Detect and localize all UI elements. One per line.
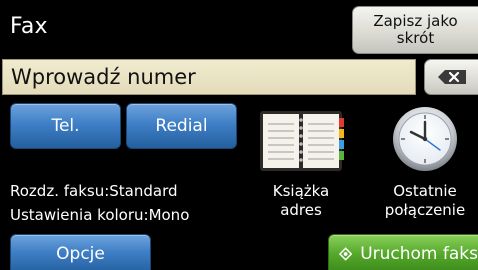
- page-title: Fax: [10, 14, 48, 39]
- fax-screen: Fax Zapisz jako skrót Wprowadź numer Tel…: [0, 0, 478, 270]
- start-diamond-icon: [339, 247, 353, 261]
- start-fax-label: Uruchom faks: [360, 244, 478, 264]
- save-shortcut-button[interactable]: Zapisz jako skrót: [352, 6, 478, 54]
- fax-number-field[interactable]: Wprowadź numer: [2, 59, 416, 95]
- recent-calls-label-2: połączenie: [384, 201, 466, 219]
- address-book-label-1: Książka: [272, 182, 330, 200]
- fax-resolution-status: Rozdz. faksu:Standard: [10, 182, 178, 200]
- address-book-button[interactable]: Książka adres: [256, 108, 346, 228]
- address-book-icon: [260, 111, 344, 171]
- redial-button[interactable]: Redial: [126, 103, 237, 149]
- address-book-label-2: adres: [280, 201, 322, 219]
- start-fax-button[interactable]: Uruchom faks: [328, 234, 478, 270]
- clock-icon: [393, 107, 457, 171]
- options-button[interactable]: Opcje: [10, 234, 151, 270]
- backspace-icon: [437, 70, 466, 84]
- color-setting-status: Ustawienia koloru:Mono: [10, 206, 190, 224]
- tel-button[interactable]: Tel.: [10, 103, 121, 149]
- recent-calls-label-1: Ostatnie: [393, 182, 457, 200]
- backspace-button[interactable]: [424, 59, 478, 95]
- recent-calls-button[interactable]: Ostatnie połączenie: [372, 107, 478, 228]
